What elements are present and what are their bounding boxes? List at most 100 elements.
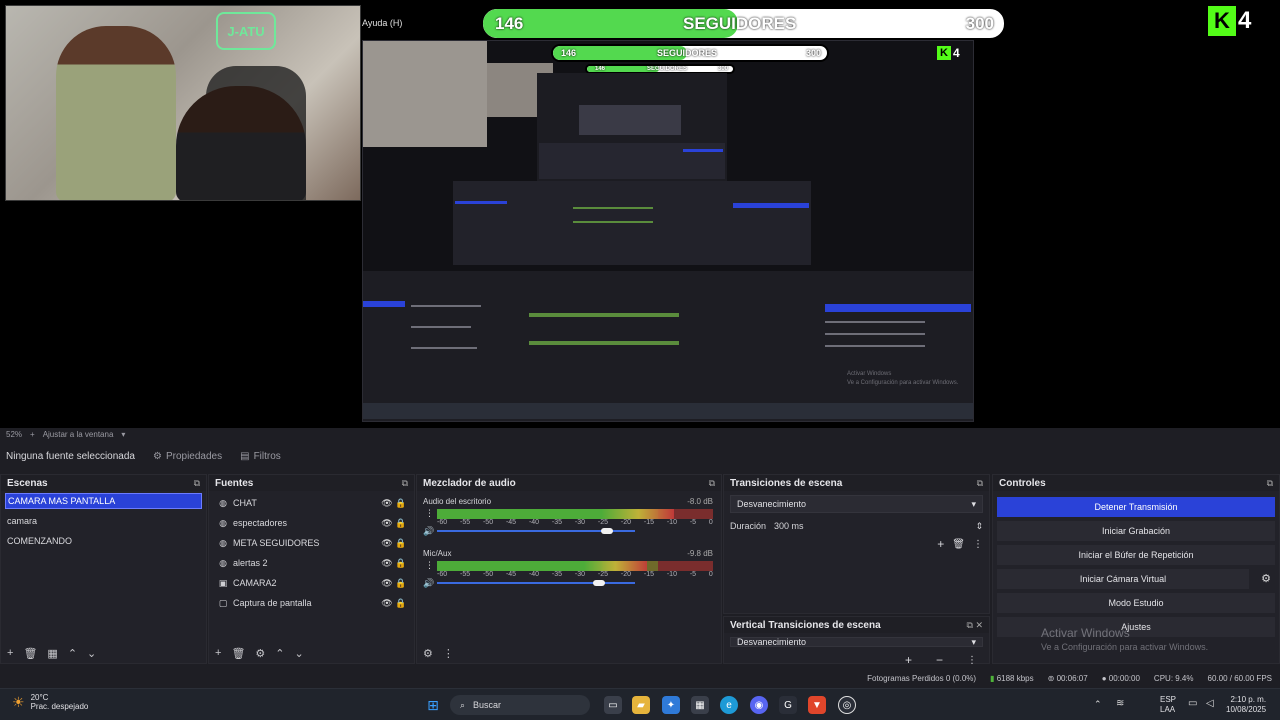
nested-taskbar [363,403,973,419]
filters-button[interactable]: ▤ Filtros [240,451,281,462]
zoom-plus-icon[interactable]: + [30,430,35,439]
clock-time: 2:10 p. m. [1230,695,1267,704]
speaker-icon[interactable]: 🔊 [423,526,434,537]
scenes-title: Escenas [7,477,48,489]
add-vertical-transition-button[interactable]: + [905,653,912,667]
volume-icon[interactable]: ◁ [1206,698,1214,709]
control-button[interactable]: Iniciar Cámara Virtual ⚙ [997,569,1271,589]
speaker-icon[interactable]: 🔊 [423,578,434,589]
virtual-camera-settings-icon[interactable]: ⚙ [1261,572,1271,585]
clock[interactable]: 2:10 p. m. 10/08/2025 [1226,695,1266,715]
volume-slider-handle[interactable] [601,528,614,534]
lock-icon[interactable]: 🔒 [394,598,408,609]
lock-icon[interactable]: 🔒 [394,498,408,509]
channel-menu-icon[interactable]: ⋮ [425,560,434,571]
discord-icon[interactable]: ◉ [750,696,768,714]
source-item[interactable]: ▢ Captura de pantalla 👁 🔒 [209,593,414,613]
scene-item[interactable]: COMENZANDO [1,531,206,551]
obs-preview-canvas[interactable]: J-ATU Ayuda (H) 146 SEGUIDORES 300 K 4 1… [0,0,1280,428]
control-button[interactable]: Detener Transmisión [997,497,1275,517]
lock-icon[interactable]: 🔒 [394,558,408,569]
wifi-icon[interactable]: ≋ [1116,698,1124,709]
lock-icon[interactable]: 🔒 [394,518,408,529]
control-button[interactable]: Modo Estudio [997,593,1275,613]
control-button[interactable]: Iniciar Grabación [997,521,1275,541]
remove-transition-icon[interactable]: 🗑 [952,539,965,550]
remove-scene-icon[interactable]: 🗑 [23,647,37,660]
chevron-down-icon[interactable]: ▾ [121,430,125,439]
volume-slider-handle[interactable] [593,580,606,586]
undock-icon[interactable]: ⧉ [1267,478,1273,489]
nested-follower-label-2: SEGUIDORES [647,66,688,72]
remove-vertical-transition-icon[interactable]: − [936,653,943,667]
mixer-settings-icon[interactable]: ⚙ [423,647,433,660]
taskbar-search[interactable]: ⌕ Buscar [450,695,590,715]
language-indicator[interactable]: ESP LAA [1160,695,1176,715]
follower-goal-bar: 146 SEGUIDORES 300 [481,7,1006,40]
zoom-fit-label[interactable]: Ajustar a la ventana [43,430,114,439]
app-icon[interactable]: G [779,696,797,714]
transition-menu-icon[interactable]: ⋮ [973,539,983,550]
windows-start-icon[interactable]: ⊞ [424,696,442,714]
close-icon[interactable]: ⧉ ✕ [967,620,983,631]
monitor-icon[interactable]: ▭ [1188,698,1197,709]
file-explorer-icon[interactable]: ▰ [632,696,650,714]
move-up-icon[interactable]: ⌃ [275,647,284,660]
source-item[interactable]: ◍ CHAT 👁 🔒 [209,493,414,513]
source-item[interactable]: ◍ alertas 2 👁 🔒 [209,553,414,573]
copilot-icon[interactable]: ✦ [662,696,680,714]
task-view-icon[interactable]: ▭ [604,696,622,714]
transition-select[interactable]: Desvanecimiento ▾ [730,495,983,513]
source-properties-icon[interactable]: ⚙ [255,647,265,660]
monitor-source-icon: ▢ [218,597,228,608]
channel-db: -9.8 dB [687,549,713,558]
volume-slider[interactable] [437,580,635,586]
visibility-eye-icon[interactable]: 👁 [380,578,394,589]
edge-icon[interactable]: e [720,696,738,714]
mixer-menu-icon[interactable]: ⋮ [443,647,454,660]
channel-menu-icon[interactable]: ⋮ [425,508,434,519]
scene-item[interactable]: CAMARA MAS PANTALLA [5,493,202,509]
tray-chevron-icon[interactable]: ⌃ [1094,699,1102,710]
zoom-value[interactable]: 52% [6,430,22,439]
undock-icon[interactable]: ⧉ [194,478,200,489]
channel-db: -8.0 dB [687,497,713,506]
scene-item[interactable]: camara [1,511,206,531]
vertical-transition-select[interactable]: Desvanecimiento ▾ [730,637,983,647]
visibility-eye-icon[interactable]: 👁 [380,518,394,529]
store-icon[interactable]: ▦ [691,696,709,714]
scene-filter-icon[interactable]: ▦ [47,647,57,660]
source-item[interactable]: ▣ CAMARA2 👁 🔒 [209,573,414,593]
obs-icon[interactable]: ◎ [838,696,856,714]
lock-icon[interactable]: 🔒 [394,578,408,589]
lang-layout: LAA [1160,705,1176,714]
visibility-eye-icon[interactable]: 👁 [380,558,394,569]
visibility-eye-icon[interactable]: 👁 [380,598,394,609]
brave-icon[interactable]: ▼ [808,696,826,714]
add-scene-button[interactable]: + [7,647,13,659]
undock-icon[interactable]: ⧉ [977,478,983,489]
move-down-icon[interactable]: ⌄ [87,647,96,660]
properties-button[interactable]: ⚙ Propiedades [153,451,222,462]
weather-widget[interactable]: ☀ 20°C Prac. despejado [12,693,88,711]
mixer-channel: Audio del escritorio -8.0 dB ⋮ -60 -55 -50 -45… [423,497,715,547]
duration-stepper-icon[interactable]: ⇕ [975,521,983,532]
undock-icon[interactable]: ⧉ [402,478,408,489]
volume-meter-level [437,561,647,571]
visibility-eye-icon[interactable]: 👁 [380,498,394,509]
source-item[interactable]: ◍ META SEGUIDORES 👁 🔒 [209,533,414,553]
duration-input[interactable]: 300 ms [774,521,967,531]
source-item[interactable]: ◍ espectadores 👁 🔒 [209,513,414,533]
add-transition-button[interactable]: + [937,537,944,551]
control-button[interactable]: Iniciar el Búfer de Repetición [997,545,1275,565]
volume-slider[interactable] [437,528,635,534]
undock-icon[interactable]: ⧉ [709,478,715,489]
lock-icon[interactable]: 🔒 [394,538,408,549]
vertical-transition-menu-icon[interactable]: ⋮ [967,655,977,666]
add-source-button[interactable]: + [215,647,221,659]
help-menu[interactable]: Ayuda (H) [362,18,402,28]
visibility-eye-icon[interactable]: 👁 [380,538,394,549]
remove-source-icon[interactable]: 🗑 [231,647,245,660]
move-down-icon[interactable]: ⌄ [295,647,304,660]
move-up-icon[interactable]: ⌃ [68,647,77,660]
